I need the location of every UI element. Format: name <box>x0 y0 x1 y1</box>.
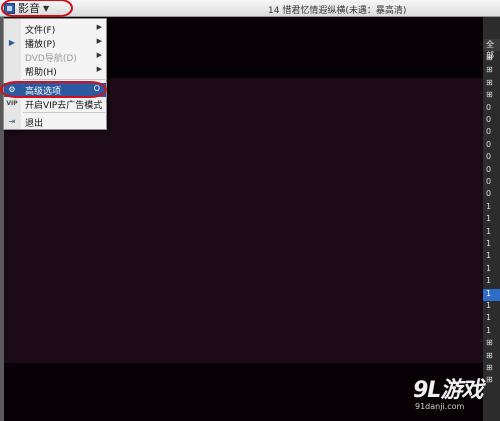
playlist-header[interactable]: 全部 <box>483 39 500 60</box>
menu-item-help[interactable]: 帮助(H) ▶ <box>4 64 106 78</box>
playlist-row[interactable]: ⊞ <box>483 90 500 102</box>
playlist-row[interactable]: ⊞ <box>483 375 500 387</box>
submenu-arrow-icon: ▶ <box>96 51 102 59</box>
playlist-row[interactable]: 0 <box>483 165 500 177</box>
playlist-row[interactable]: ⊞ <box>483 53 500 65</box>
playlist-row[interactable]: 1 <box>483 202 500 214</box>
title-bar: 影音 ▼ 14 惜君忆情遐纵横(未遇：暴高清) <box>0 0 500 17</box>
playlist-row[interactable]: 0 <box>483 140 500 152</box>
playlist-row[interactable]: 0 <box>483 152 500 164</box>
playlist-row[interactable]: 1 <box>483 239 500 251</box>
playlist-row[interactable]: 1 <box>483 264 500 276</box>
playlist-row[interactable]: 0 <box>483 177 500 189</box>
menu-item-label: DVD导航(D) <box>25 54 77 64</box>
app-dropdown-menu: 文件(F) ▶ ▶ 播放(P) ▶ DVD导航(D) ▶ 帮助(H) ▶ ⚙ 高… <box>3 18 107 130</box>
menu-item-label: 退出 <box>25 119 44 129</box>
menu-item-label: 开启VIP去广告模式 <box>25 101 103 111</box>
play-icon: ▶ <box>8 38 16 47</box>
watermark-brand: 9L游戏 <box>413 378 483 403</box>
playlist-row[interactable]: 1 <box>483 251 500 263</box>
menu-item-label: 文件(F) <box>25 26 56 36</box>
playlist-panel[interactable]: 全部 ⊞ ⊞ ⊞ ⊞ 0 0 0 0 0 0 0 0 1 1 1 1 1 1 1 1 1 1 1 ⊞ ⊞ ⊞ ⊞ <box>483 17 500 421</box>
playlist-row[interactable]: ⊞ <box>483 363 500 375</box>
menu-separator <box>23 79 105 80</box>
playlist-row[interactable]: ⊞ <box>483 78 500 90</box>
menu-separator <box>23 112 105 113</box>
playlist-row[interactable]: ⊞ <box>483 338 500 350</box>
playlist-row[interactable]: 0 <box>483 189 500 201</box>
watermark: 9L游戏 91danji.com <box>413 372 483 411</box>
playlist-row[interactable]: 0 <box>483 103 500 115</box>
menu-item-dvd-nav[interactable]: DVD导航(D) ▶ <box>4 50 106 64</box>
submenu-arrow-icon: ▶ <box>96 37 102 45</box>
submenu-arrow-icon: ▶ <box>96 23 102 31</box>
menu-item-exit[interactable]: ⇥ 退出 <box>4 115 106 129</box>
playlist-row[interactable]: 0 <box>483 115 500 127</box>
playlist-row[interactable]: 1 <box>483 326 500 338</box>
annotation-circle-app-button <box>1 0 73 17</box>
menu-item-label: 帮助(H) <box>25 68 57 78</box>
playlist-row[interactable]: 1 <box>483 288 500 301</box>
playlist-row[interactable]: 1 <box>483 313 500 325</box>
watermark-url: 91danji.com <box>415 402 465 411</box>
window-title: 14 惜君忆情遐纵横(未遇：暴高清) <box>268 6 407 16</box>
vip-icon: VIP <box>6 100 18 107</box>
submenu-arrow-icon: ▶ <box>96 65 102 73</box>
menu-item-label: 播放(P) <box>25 40 56 50</box>
playlist-row[interactable]: 1 <box>483 276 500 288</box>
playlist-row[interactable]: 1 <box>483 301 500 313</box>
playlist-row[interactable]: 0 <box>483 127 500 139</box>
playlist-row[interactable]: ⊞ <box>483 65 500 77</box>
playlist-row[interactable]: ⊞ <box>483 351 500 363</box>
exit-icon: ⇥ <box>8 117 16 126</box>
playlist-row[interactable]: 1 <box>483 227 500 239</box>
menu-item-play[interactable]: ▶ 播放(P) ▶ <box>4 36 106 50</box>
menu-item-vip-no-ads[interactable]: VIP 开启VIP去广告模式 <box>4 97 106 111</box>
annotation-circle-advanced-options <box>0 81 107 98</box>
playlist-row[interactable]: 1 <box>483 214 500 226</box>
menu-item-file[interactable]: 文件(F) ▶ <box>4 22 106 36</box>
